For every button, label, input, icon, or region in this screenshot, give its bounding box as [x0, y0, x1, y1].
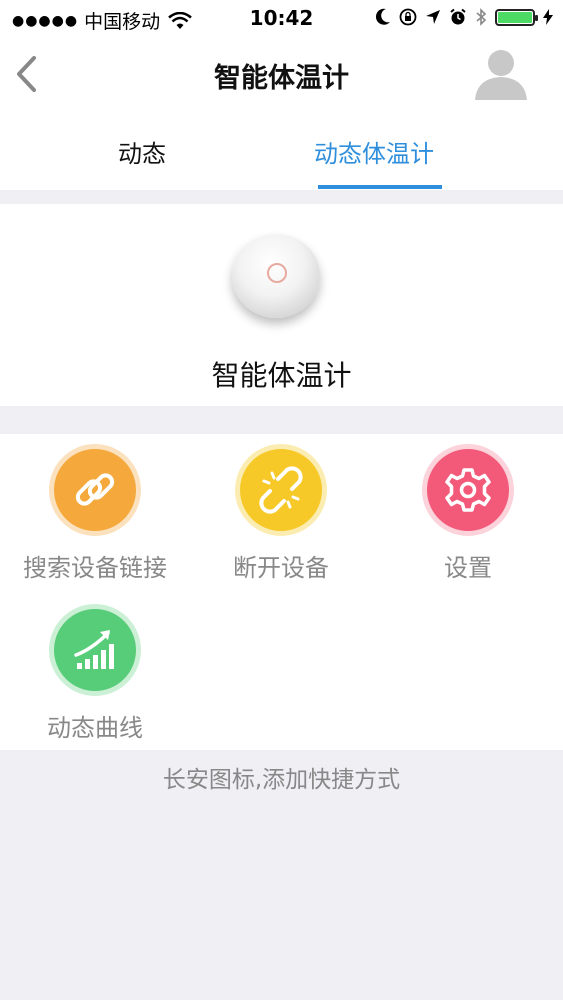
device-ring	[267, 263, 287, 283]
device-name: 智能体温计	[211, 359, 352, 392]
tab-dynamic-thermometer[interactable]: 动态体温计	[314, 134, 434, 169]
dynamic-curve-circle[interactable]	[49, 604, 141, 696]
search-device-link-button[interactable]: 搜索设备链接	[0, 444, 190, 583]
gear-icon	[445, 468, 491, 512]
action-label: 设置	[444, 554, 492, 582]
action-label: 断开设备	[233, 554, 329, 582]
link-icon	[75, 473, 115, 506]
tab-bar: 动态 动态体温计	[0, 112, 563, 190]
shortcut-hint: 长安图标,添加快捷方式	[162, 767, 401, 793]
action-label: 搜索设备链接	[23, 554, 167, 582]
location-icon	[426, 10, 440, 24]
charging-icon	[543, 9, 553, 25]
active-tab-indicator	[318, 185, 442, 189]
dynamic-curve-button[interactable]: 动态曲线	[0, 604, 190, 743]
battery-icon	[495, 8, 538, 26]
device-card: 智能体温计	[0, 204, 563, 406]
broken-link-icon	[259, 466, 303, 514]
settings-button[interactable]: 设置	[373, 444, 563, 583]
status-bar: ●●●●● 中国移动 10:42	[0, 0, 563, 38]
thermometer-device-image	[232, 234, 320, 318]
search-link-circle[interactable]	[49, 444, 141, 536]
orientation-lock-icon	[399, 8, 417, 26]
tab-dynamic[interactable]: 动态	[118, 134, 166, 169]
action-grid: 搜索设备链接 断开设备 设置 动态曲线	[0, 434, 563, 750]
moon-icon	[375, 8, 390, 25]
nav-bar: 智能体温计	[0, 38, 563, 112]
alarm-icon	[450, 8, 466, 25]
trend-chart-icon	[74, 630, 114, 669]
disconnect-circle[interactable]	[235, 444, 327, 536]
disconnect-device-button[interactable]: 断开设备	[186, 444, 376, 583]
user-avatar-icon[interactable]	[473, 44, 529, 100]
bluetooth-icon	[476, 8, 487, 26]
status-right	[375, 8, 553, 26]
action-label: 动态曲线	[47, 714, 143, 742]
settings-circle[interactable]	[422, 444, 514, 536]
